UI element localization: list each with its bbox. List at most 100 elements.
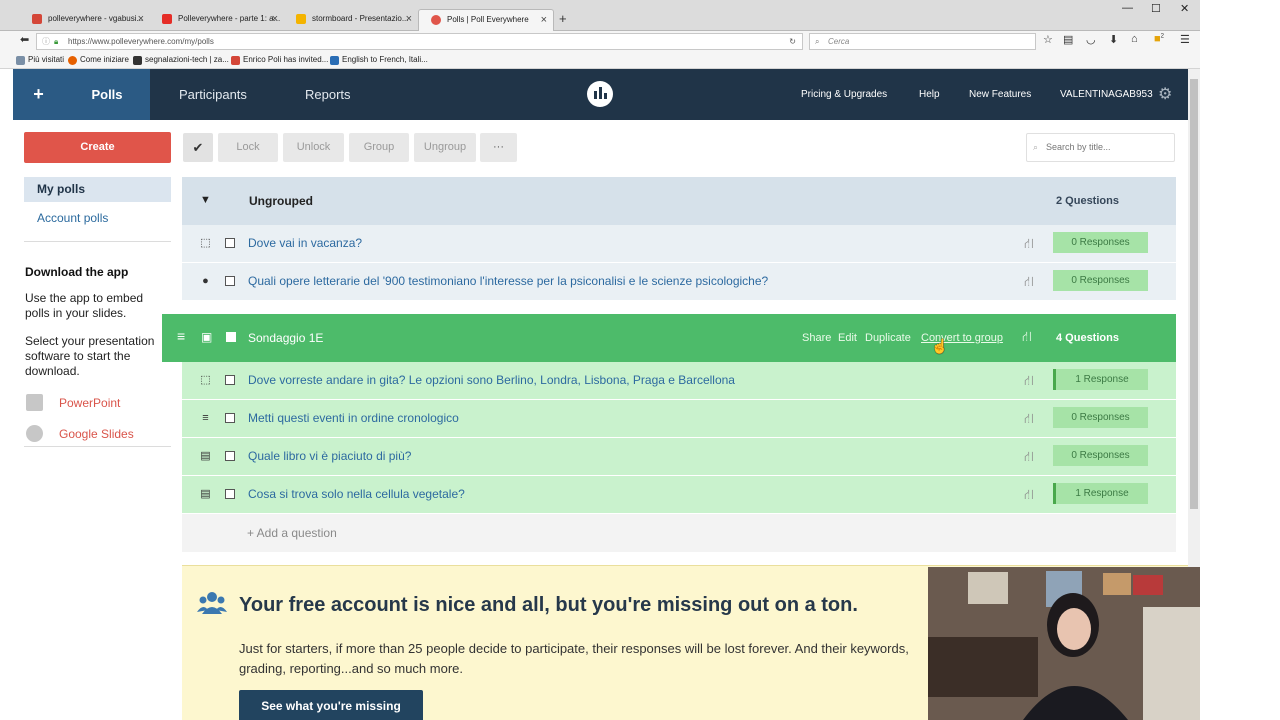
group-button[interactable]: Group: [349, 133, 409, 162]
gear-icon[interactable]: ⚙: [1158, 69, 1172, 120]
reading-list-icon[interactable]: ▤: [1063, 33, 1073, 46]
row-checkbox[interactable]: [225, 276, 235, 286]
table-row[interactable]: ⬚ Dove vai in vacanza? ⛙ 0 Responses: [182, 225, 1176, 263]
bookmark-star-icon[interactable]: ☆: [1043, 33, 1053, 46]
powerpoint-download-link[interactable]: PowerPoint: [59, 396, 120, 410]
sidebar-item-account-polls[interactable]: Account polls: [37, 211, 108, 225]
google-slides-download-link[interactable]: Google Slides: [59, 427, 134, 441]
back-icon[interactable]: ⬅: [20, 33, 29, 46]
browser-search-input[interactable]: ⌕ Cerca: [809, 33, 1036, 50]
close-icon[interactable]: ×: [138, 9, 144, 29]
new-features-link[interactable]: New Features: [969, 69, 1031, 120]
folder-icon: [16, 56, 25, 65]
reload-icon[interactable]: ↻: [789, 34, 796, 49]
browser-tab-gmail[interactable]: polleverywhere - vgabusi... ×: [20, 9, 150, 31]
banner-text: Just for starters, if more than 25 peopl…: [239, 641, 909, 676]
username-link[interactable]: VALENTINAGAB953: [1060, 69, 1153, 120]
help-link[interactable]: Help: [919, 69, 940, 120]
see-what-youre-missing-button[interactable]: See what you're missing: [239, 690, 423, 720]
new-tab-button[interactable]: +: [559, 11, 567, 26]
scrollbar-thumb[interactable]: [1190, 79, 1198, 509]
row-checkbox[interactable]: [225, 451, 235, 461]
polleverywhere-logo-icon[interactable]: [587, 81, 613, 107]
poll-title-link[interactable]: Metti questi eventi in ordine cronologic…: [248, 411, 459, 425]
lock-button[interactable]: Lock: [218, 133, 278, 162]
select-all-button[interactable]: ✔: [183, 133, 213, 162]
group-checkbox[interactable]: [226, 332, 236, 342]
divider: [24, 446, 171, 447]
bookmark-item[interactable]: segnalazioni-tech | za...: [133, 55, 229, 65]
poll-title-link[interactable]: Quale libro vi è piaciuto di più?: [248, 449, 411, 463]
tree-icon[interactable]: ⛙: [1024, 235, 1034, 254]
poll-title-link[interactable]: Dove vai in vacanza?: [248, 236, 362, 250]
close-icon[interactable]: ×: [272, 9, 278, 29]
tree-icon[interactable]: ⛙: [1024, 372, 1034, 391]
share-link[interactable]: Share: [802, 332, 831, 344]
tree-icon[interactable]: ⛙: [1024, 486, 1034, 505]
group-header-sondaggio[interactable]: ≡ ▣ Sondaggio 1E Share Edit Duplicate Co…: [162, 314, 1176, 362]
browser-tab-stormboard[interactable]: stormboard - Presentazio... ×: [284, 9, 418, 31]
ungrouped-header[interactable]: ▼ Ungrouped 2 Questions: [182, 177, 1176, 225]
browser-tab-polls[interactable]: Polls | Poll Everywhere ×: [418, 9, 554, 31]
row-checkbox[interactable]: [225, 489, 235, 499]
bookmark-item[interactable]: English to French, Itali...: [330, 55, 428, 65]
responses-badge[interactable]: 1 Response: [1053, 483, 1148, 504]
poll-title-link[interactable]: Cosa si trova solo nella cellula vegetal…: [248, 487, 465, 501]
tab-polls[interactable]: Polls: [64, 69, 150, 120]
people-group-icon: [197, 592, 227, 614]
tab-reports[interactable]: Reports: [305, 69, 351, 120]
duplicate-link[interactable]: Duplicate: [865, 332, 911, 344]
responses-badge[interactable]: 0 Responses: [1053, 270, 1148, 291]
table-row[interactable]: ≡ Metti questi eventi in ordine cronolog…: [182, 400, 1176, 438]
responses-badge[interactable]: 1 Response: [1053, 369, 1148, 390]
url-bar[interactable]: ⓘ 🔒︎ https://www.polleverywhere.com/my/p…: [36, 33, 803, 50]
row-checkbox[interactable]: [225, 413, 235, 423]
sidebar-item-my-polls[interactable]: My polls: [24, 177, 171, 202]
table-row[interactable]: ▤ Quale libro vi è piaciuto di più? ⛙ 0 …: [182, 438, 1176, 476]
tab-label: polleverywhere - vgabusi...: [48, 14, 144, 23]
drag-handle-icon[interactable]: ≡: [177, 328, 185, 344]
unlock-button[interactable]: Unlock: [283, 133, 344, 162]
poll-title-link[interactable]: Quali opere letterarie del '900 testimon…: [248, 274, 768, 288]
more-actions-button[interactable]: ···: [480, 133, 517, 162]
responses-badge[interactable]: 0 Responses: [1053, 232, 1148, 253]
tree-icon[interactable]: ⛙: [1024, 273, 1034, 292]
add-question-link[interactable]: + Add a question: [247, 526, 337, 540]
search-icon: ⌕: [1033, 142, 1039, 152]
bookmark-item[interactable]: Più visitati: [16, 55, 64, 65]
pricing-link[interactable]: Pricing & Upgrades: [801, 69, 887, 120]
bookmark-item[interactable]: Come iniziare: [68, 55, 129, 65]
table-row[interactable]: ▤ Cosa si trova solo nella cellula veget…: [182, 476, 1176, 514]
bookmark-item[interactable]: Enrico Poli has invited...: [231, 55, 328, 65]
row-checkbox[interactable]: [225, 375, 235, 385]
home-icon[interactable]: ⌂: [1131, 33, 1138, 45]
slides-icon: [296, 14, 306, 24]
notification-icon[interactable]: ■2: [1154, 33, 1164, 45]
download-icon[interactable]: ⬇: [1109, 33, 1118, 46]
search-by-title-input[interactable]: ⌕ Search by title...: [1026, 133, 1175, 162]
poll-title-link[interactable]: Dove vorreste andare in gita? Le opzioni…: [248, 373, 735, 387]
new-poll-button[interactable]: +: [13, 69, 64, 120]
tab-participants[interactable]: Participants: [179, 69, 247, 120]
tree-icon[interactable]: ⛙: [1024, 410, 1034, 429]
row-checkbox[interactable]: [225, 238, 235, 248]
edit-link[interactable]: Edit: [838, 332, 857, 344]
minimize-button[interactable]: —: [1122, 2, 1133, 14]
collapse-triangle-icon[interactable]: ▼: [200, 194, 211, 206]
pocket-icon[interactable]: ◡: [1086, 33, 1096, 46]
table-row[interactable]: ● Quali opere letterarie del '900 testim…: [182, 263, 1176, 301]
close-icon[interactable]: ×: [541, 10, 547, 30]
create-button[interactable]: Create: [24, 132, 171, 163]
menu-icon[interactable]: ☰: [1180, 33, 1190, 46]
table-row[interactable]: ⬚ Dove vorreste andare in gita? Le opzio…: [182, 362, 1176, 400]
maximize-button[interactable]: ☐: [1151, 2, 1161, 15]
close-icon[interactable]: ×: [406, 9, 412, 29]
ungroup-button[interactable]: Ungroup: [414, 133, 476, 162]
tree-icon[interactable]: ⛙: [1022, 328, 1032, 347]
browser-tab-youtube[interactable]: Polleverywhere - parte 1: a... ×: [150, 9, 284, 31]
responses-badge[interactable]: 0 Responses: [1053, 445, 1148, 466]
tree-icon[interactable]: ⛙: [1024, 448, 1034, 467]
close-window-button[interactable]: ✕: [1180, 2, 1189, 15]
responses-badge[interactable]: 0 Responses: [1053, 407, 1148, 428]
cursor-hand-icon: ☝: [931, 338, 949, 354]
